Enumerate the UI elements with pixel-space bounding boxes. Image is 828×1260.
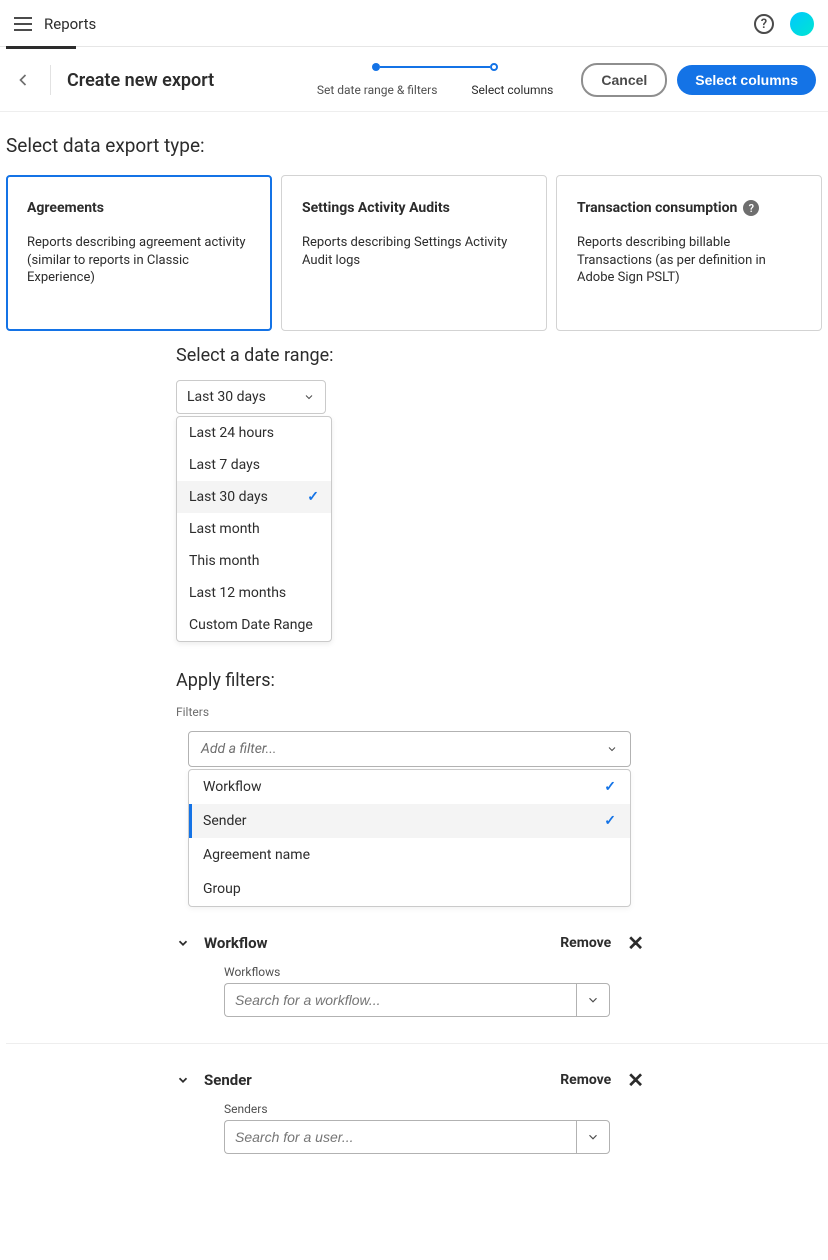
divider: [50, 65, 51, 95]
remove-filter-button[interactable]: Remove: [560, 935, 611, 951]
filter-option-workflow[interactable]: Workflow ✓: [189, 770, 630, 804]
step-label-1: Set date range & filters: [317, 83, 438, 97]
opt-label: Custom Date Range: [189, 617, 313, 633]
add-filter-placeholder: Add a filter...: [201, 741, 276, 757]
filters-label: Filters: [176, 705, 822, 719]
select-columns-button[interactable]: Select columns: [677, 65, 816, 95]
card-desc: Reports describing agreement activity (s…: [27, 234, 251, 287]
date-range-dropdown: Last 24 hours Last 7 days Last 30 days ✓…: [176, 416, 332, 642]
divider: [6, 1043, 828, 1044]
chevron-down-icon[interactable]: [176, 1073, 190, 1087]
date-option[interactable]: Last 24 hours: [177, 417, 331, 449]
filter-option-group[interactable]: Group: [189, 872, 630, 906]
card-desc: Reports describing Settings Activity Aud…: [302, 234, 526, 269]
avatar[interactable]: [790, 12, 814, 36]
page-toolbar: Create new export Set date range & filte…: [0, 49, 828, 112]
card-title: Transaction consumption ?: [577, 200, 801, 216]
applied-filter-title: Sender: [204, 1071, 252, 1089]
step-label-2: Select columns: [471, 83, 553, 97]
card-agreements[interactable]: Agreements Reports describing agreement …: [6, 175, 272, 331]
chevron-down-icon: [606, 743, 618, 755]
check-icon: ✓: [307, 489, 319, 505]
applied-filter-title: Workflow: [204, 934, 268, 952]
sender-search-dropdown-button[interactable]: [576, 1120, 610, 1154]
date-range-value: Last 30 days: [187, 389, 266, 405]
fopt-label: Agreement name: [203, 847, 310, 863]
opt-label: Last 24 hours: [189, 425, 274, 441]
opt-label: Last 7 days: [189, 457, 260, 473]
check-icon: ✓: [604, 813, 616, 829]
fopt-label: Group: [203, 881, 241, 897]
card-title: Agreements: [27, 200, 251, 216]
date-option[interactable]: Last 12 months: [177, 577, 331, 609]
step-dot-1: [372, 63, 380, 71]
step-line: [380, 66, 490, 68]
date-option[interactable]: Last 30 days ✓: [177, 481, 331, 513]
close-icon[interactable]: ✕: [627, 1070, 644, 1090]
fopt-label: Sender: [203, 813, 247, 829]
close-icon[interactable]: ✕: [627, 933, 644, 953]
date-range-select[interactable]: Last 30 days: [176, 380, 326, 414]
help-icon[interactable]: ?: [754, 14, 774, 34]
topbar: Reports ?: [0, 0, 828, 47]
progress-stepper: Set date range & filters Select columns: [317, 63, 554, 97]
filters-section: Apply filters: Filters Add a filter... W…: [176, 670, 822, 1154]
opt-label: This month: [189, 553, 259, 569]
date-option[interactable]: Custom Date Range: [177, 609, 331, 641]
content: Select data export type: Agreements Repo…: [0, 112, 828, 1194]
opt-label: Last 12 months: [189, 585, 286, 601]
workflow-search-dropdown-button[interactable]: [576, 983, 610, 1017]
filter-dropdown: Workflow ✓ Sender ✓ Agreement name Group: [188, 769, 631, 907]
topbar-right: ?: [754, 12, 814, 36]
applied-filter-workflow: Workflow Remove ✕ Workflows: [176, 933, 822, 1017]
export-type-heading: Select data export type:: [6, 134, 822, 157]
remove-filter-button[interactable]: Remove: [560, 1072, 611, 1088]
fopt-label: Workflow: [203, 779, 262, 795]
menu-icon[interactable]: [14, 17, 32, 31]
cancel-button[interactable]: Cancel: [581, 63, 667, 97]
check-icon: ✓: [604, 779, 616, 795]
filter-option-agreement-name[interactable]: Agreement name: [189, 838, 630, 872]
opt-label: Last month: [189, 521, 260, 537]
sender-search-input[interactable]: [224, 1120, 576, 1154]
topbar-left: Reports: [14, 15, 96, 33]
workflow-search-input[interactable]: [224, 983, 576, 1017]
date-option[interactable]: Last 7 days: [177, 449, 331, 481]
add-filter-select[interactable]: Add a filter...: [188, 731, 631, 767]
topbar-title: Reports: [44, 15, 96, 33]
export-type-cards: Agreements Reports describing agreement …: [6, 175, 822, 331]
filters-heading: Apply filters:: [176, 670, 822, 691]
date-option[interactable]: This month: [177, 545, 331, 577]
date-option[interactable]: Last month: [177, 513, 331, 545]
step-dot-2: [490, 63, 498, 71]
applied-filter-sublabel: Senders: [224, 1102, 822, 1116]
card-desc: Reports describing billable Transactions…: [577, 234, 801, 287]
chevron-down-icon: [303, 391, 315, 403]
back-arrow-icon[interactable]: [12, 69, 34, 91]
card-settings-audits[interactable]: Settings Activity Audits Reports describ…: [281, 175, 547, 331]
info-icon[interactable]: ?: [743, 200, 759, 216]
opt-label: Last 30 days: [189, 489, 268, 505]
applied-filter-sender: Sender Remove ✕ Senders: [176, 1070, 822, 1154]
date-range-heading: Select a date range:: [176, 345, 822, 366]
chevron-down-icon[interactable]: [176, 936, 190, 950]
card-title: Settings Activity Audits: [302, 200, 526, 216]
filter-option-sender[interactable]: Sender ✓: [189, 804, 630, 838]
page-title: Create new export: [67, 70, 214, 91]
applied-filter-sublabel: Workflows: [224, 965, 822, 979]
date-range-section: Select a date range: Last 30 days Last 2…: [6, 345, 822, 1154]
card-transaction-consumption[interactable]: Transaction consumption ? Reports descri…: [556, 175, 822, 331]
card-title-text: Transaction consumption: [577, 200, 737, 216]
